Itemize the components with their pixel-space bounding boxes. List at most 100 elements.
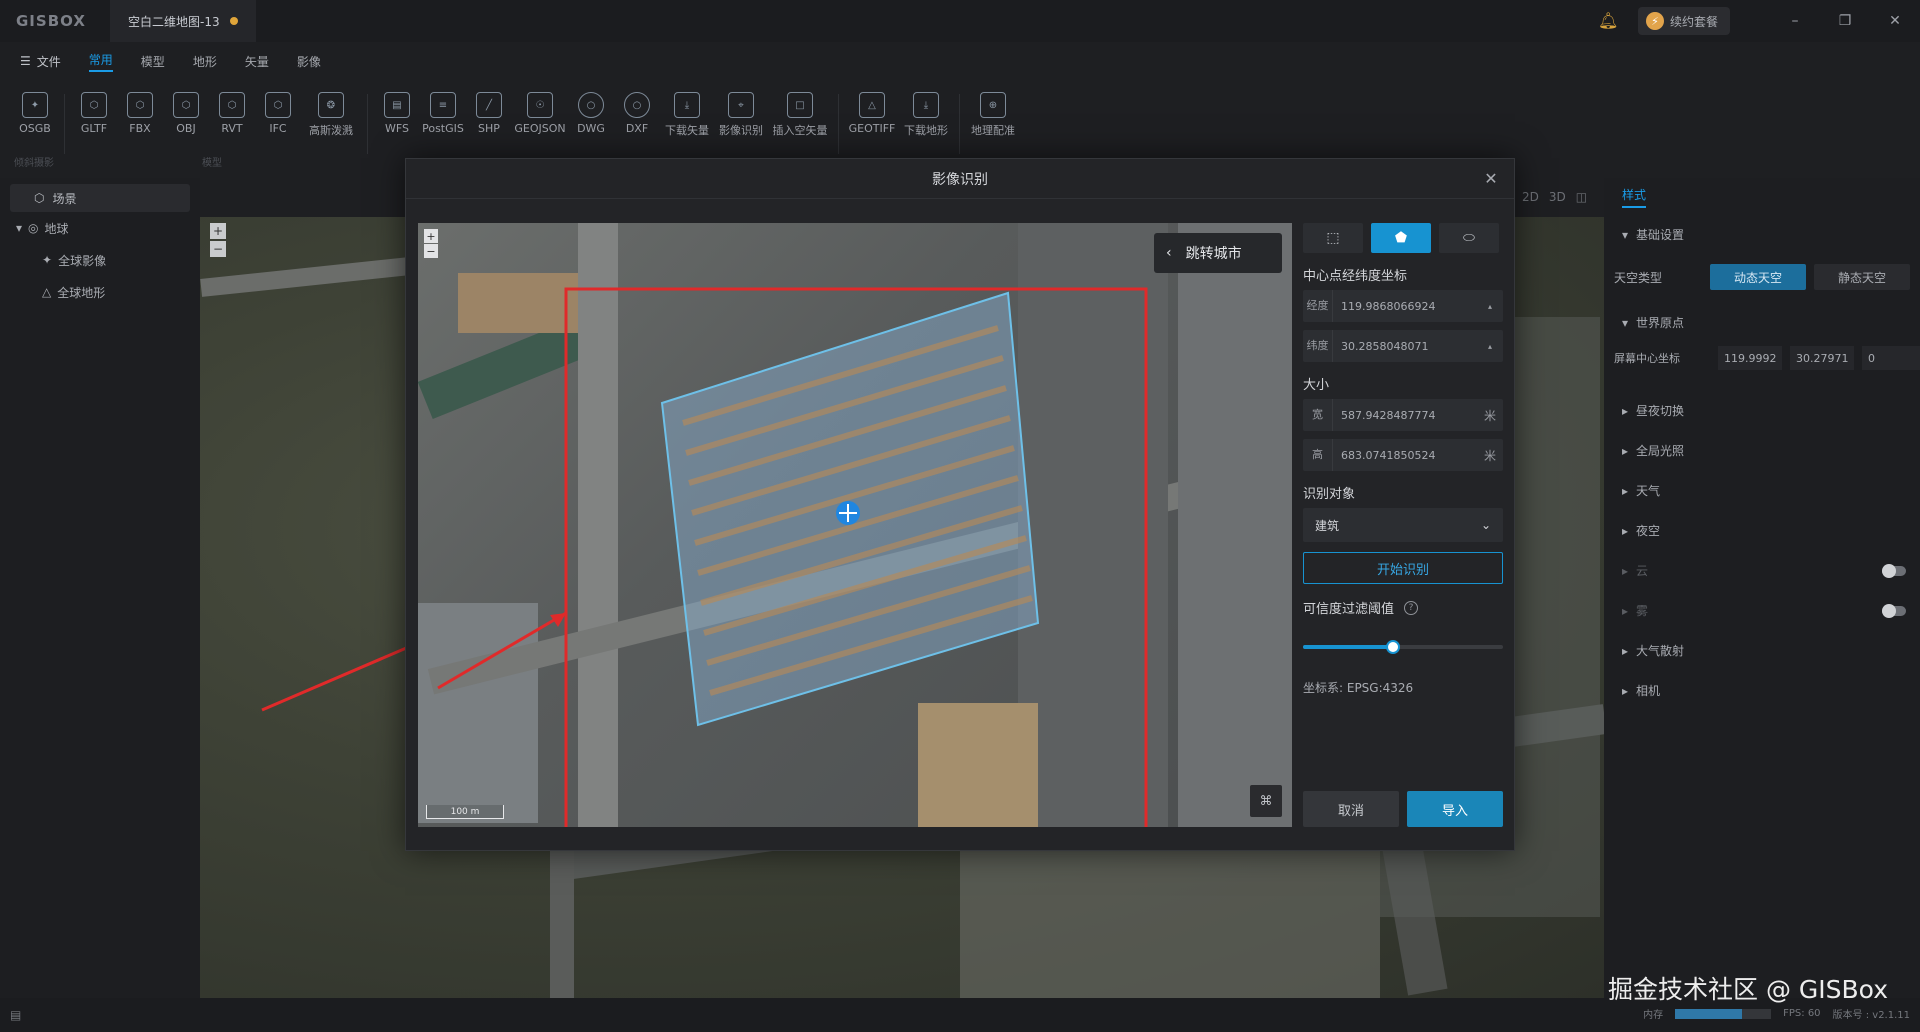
section-label: 全局光照: [1636, 444, 1685, 458]
tree-item-global-terrain[interactable]: △ 全球地形: [10, 276, 190, 308]
terrain-icon: △: [42, 285, 52, 299]
collapse-icon: ▾: [1622, 227, 1629, 242]
georeference-button[interactable]: ⊕ 地理配准: [966, 92, 1020, 138]
width-field[interactable]: 宽 587.9428487774 米: [1303, 399, 1503, 431]
rvt-button[interactable]: ⬡ RVT: [209, 92, 255, 135]
osgb-label: OSGB: [19, 122, 51, 135]
section-day-night[interactable]: ▸ 昼夜切换: [1622, 402, 1684, 419]
crs-label: 坐标系: EPSG:4326: [1303, 681, 1414, 695]
shp-button[interactable]: ╱ SHP: [466, 92, 512, 135]
ribbon-group-label: 模型: [202, 158, 222, 169]
dwg-button[interactable]: ○ DWG: [568, 92, 614, 135]
view-2d-button[interactable]: 2D: [1522, 190, 1539, 204]
osgb-icon: ✦: [22, 92, 48, 118]
screen-center-lat-field[interactable]: 30.27971: [1790, 346, 1854, 370]
stepper-icon[interactable]: ▴: [1477, 302, 1503, 311]
threshold-slider-handle[interactable]: [1386, 640, 1400, 654]
help-icon[interactable]: ?: [1404, 600, 1419, 615]
longitude-prefix: 经度: [1303, 290, 1333, 322]
tab-model[interactable]: 模型: [141, 53, 165, 70]
dxf-button[interactable]: ○ DXF: [614, 92, 660, 135]
log-icon[interactable]: ▤: [10, 1008, 21, 1022]
threshold-slider[interactable]: [1303, 640, 1503, 654]
obj-button[interactable]: ⬡ OBJ: [163, 92, 209, 135]
osgb-button[interactable]: ✦ OSGB: [12, 92, 58, 135]
fog-toggle[interactable]: [1882, 604, 1906, 618]
geojson-button[interactable]: ☉ GEOJSON: [512, 92, 568, 135]
dxf-icon: ○: [624, 92, 650, 118]
jump-city-button[interactable]: ‹ 跳转城市: [1154, 233, 1282, 273]
dynamic-sky-button[interactable]: 动态天空: [1710, 264, 1806, 290]
section-night-sky[interactable]: ▸ 夜空: [1622, 522, 1660, 539]
geotiff-button[interactable]: △ GEOTIFF: [845, 92, 899, 135]
section-global-lighting[interactable]: ▸ 全局光照: [1622, 442, 1684, 459]
tab-common[interactable]: 常用: [88, 51, 113, 72]
tree-item-global-imagery[interactable]: ✦ 全球影像: [10, 244, 190, 276]
satellite-map[interactable]: + − ‹ 跳转城市 100 m ⌘: [418, 223, 1292, 827]
image-recognition-button[interactable]: ⌖ 影像识别: [714, 92, 768, 138]
width-value[interactable]: 587.9428487774: [1333, 409, 1477, 422]
download-vector-button[interactable]: ⤓ 下载矢量: [660, 92, 714, 138]
section-weather[interactable]: ▸ 天气: [1622, 482, 1660, 499]
minimize-icon[interactable]: –: [1770, 0, 1820, 42]
zoom-in-icon[interactable]: +: [424, 229, 438, 243]
stepper-icon[interactable]: ▴: [1477, 342, 1503, 351]
screen-center-alt-field[interactable]: 0: [1862, 346, 1920, 370]
longitude-value[interactable]: 119.9868066924: [1333, 300, 1477, 313]
annotation-arrow-line: [437, 611, 567, 690]
cloud-toggle[interactable]: [1882, 564, 1906, 578]
polygon-select-icon[interactable]: ⬟: [1371, 223, 1431, 253]
file-menu[interactable]: ☰ 文件: [20, 53, 61, 70]
gaussian-splat-button[interactable]: ❂ 高斯泼溅: [301, 92, 361, 138]
height-field[interactable]: 高 683.0741850524 米: [1303, 439, 1503, 471]
document-tab[interactable]: 空白二维地图-13: [110, 0, 256, 42]
tab-vector[interactable]: 矢量: [245, 53, 269, 70]
view-3d-button[interactable]: 3D: [1549, 190, 1566, 204]
close-icon[interactable]: ✕: [1480, 167, 1502, 189]
insert-empty-vector-button[interactable]: □ 插入空矢量: [768, 92, 832, 138]
renew-plan-button[interactable]: ⚡︎ 续约套餐: [1637, 7, 1730, 35]
measure-icon[interactable]: ⌘: [1250, 785, 1282, 817]
section-label: 天气: [1636, 484, 1661, 498]
longitude-field[interactable]: 经度 119.9868066924 ▴: [1303, 290, 1503, 322]
close-window-icon[interactable]: ✕: [1870, 0, 1920, 42]
screen-center-lon-field[interactable]: 119.9992: [1718, 346, 1782, 370]
ifc-button[interactable]: ⬡ IFC: [255, 92, 301, 135]
dxf-label: DXF: [625, 122, 649, 135]
title-bar: GISBOX 空白二维地图-13 🔔︎ ⚡︎ 续约套餐 – ❐ ✕: [0, 0, 1920, 42]
download-terrain-button[interactable]: ⤓ 下载地形: [899, 92, 953, 138]
tab-imagery[interactable]: 影像: [297, 53, 321, 70]
wfs-button[interactable]: ▤ WFS: [374, 92, 420, 135]
postgis-button[interactable]: ≡ PostGIS: [420, 92, 466, 135]
section-world-origin[interactable]: ▾ 世界原点: [1622, 314, 1684, 331]
restore-icon[interactable]: ❐: [1820, 0, 1870, 42]
gltf-button[interactable]: ⬡ GLTF: [71, 92, 117, 135]
tab-terrain[interactable]: 地形: [193, 53, 217, 70]
latitude-value[interactable]: 30.2858048071: [1333, 340, 1477, 353]
section-cloud[interactable]: ▸ 云: [1622, 562, 1648, 579]
start-recognition-button[interactable]: 开始识别: [1303, 552, 1503, 584]
static-sky-button[interactable]: 静态天空: [1814, 264, 1910, 290]
height-value[interactable]: 683.0741850524: [1333, 449, 1477, 462]
geojson-icon: ☉: [527, 92, 553, 118]
fbx-button[interactable]: ⬡ FBX: [117, 92, 163, 135]
latitude-field[interactable]: 纬度 30.2858048071 ▴: [1303, 330, 1503, 362]
section-fog[interactable]: ▸ 雾: [1622, 602, 1648, 619]
bell-icon[interactable]: 🔔︎: [1598, 11, 1618, 31]
section-basic-settings[interactable]: ▾ 基础设置: [1622, 226, 1684, 243]
cancel-button[interactable]: 取消: [1303, 791, 1399, 827]
zoom-out-icon[interactable]: −: [424, 244, 438, 258]
section-atmosphere[interactable]: ▸ 大气散射: [1622, 642, 1684, 659]
database-icon: ≡: [430, 92, 456, 118]
target-select[interactable]: 建筑 ⌄: [1303, 508, 1503, 542]
rectangle-select-icon[interactable]: ⬚: [1303, 223, 1363, 253]
import-button[interactable]: 导入: [1407, 791, 1503, 827]
expand-icon: ▸: [1622, 523, 1629, 538]
freehand-select-icon[interactable]: ⬭: [1439, 223, 1499, 253]
shp-icon: ╱: [476, 92, 502, 118]
scene-header[interactable]: ⬡ 场景: [10, 184, 190, 212]
tab-style[interactable]: 样式: [1622, 186, 1647, 208]
split-view-icon[interactable]: ◫: [1576, 190, 1587, 204]
tree-item-globe[interactable]: ▾ ◎ 地球: [10, 212, 190, 244]
section-camera[interactable]: ▸ 相机: [1622, 682, 1660, 699]
